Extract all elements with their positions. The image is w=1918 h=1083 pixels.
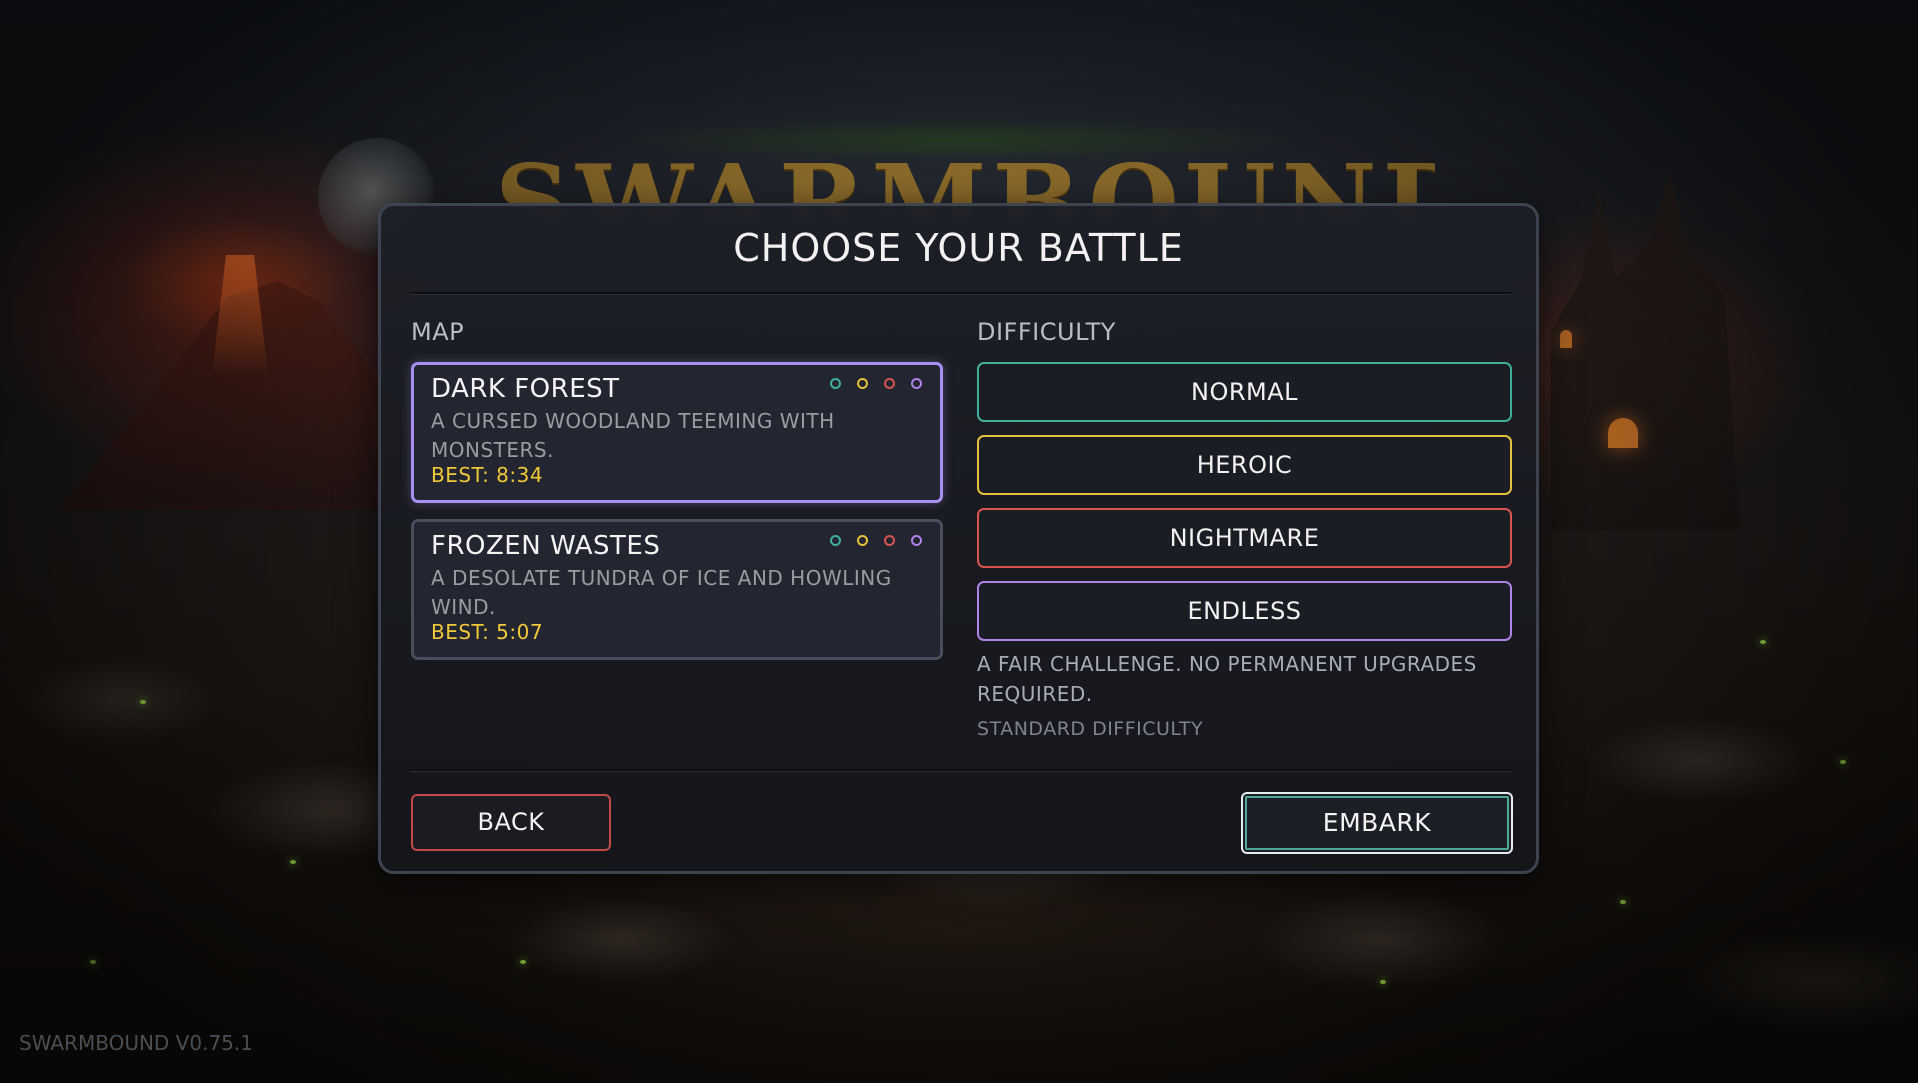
monster-eye-glow bbox=[520, 960, 526, 964]
nightmare-progress-icon bbox=[884, 378, 895, 389]
difficulty-description: A FAIR CHALLENGE. NO PERMANENT UPGRADES … bbox=[977, 652, 1477, 706]
map-description: A CURSED WOODLAND TEEMING WITH MONSTERS. bbox=[431, 409, 835, 462]
map-card-frozen-wastes[interactable]: FROZEN WASTES A DESOLATE TUNDRA OF ICE A… bbox=[411, 519, 943, 660]
endless-progress-icon bbox=[911, 378, 922, 389]
title-divider bbox=[410, 292, 1511, 295]
difficulty-progress-dots bbox=[830, 378, 922, 389]
monster-eye-glow bbox=[290, 860, 296, 864]
map-name: FROZEN WASTES bbox=[431, 531, 661, 561]
monster-eye-glow bbox=[1760, 640, 1766, 644]
difficulty-nightmare-button[interactable]: NIGHTMARE bbox=[977, 508, 1512, 568]
dialog-title: CHOOSE YOUR BATTLE bbox=[733, 226, 1184, 270]
difficulty-progress-dots bbox=[830, 535, 922, 546]
nightmare-progress-icon bbox=[884, 535, 895, 546]
map-best-time: BEST: 5:07 bbox=[431, 620, 544, 644]
battle-select-dialog: CHOOSE YOUR BATTLE MAP DIFFICULTY DARK F… bbox=[378, 203, 1539, 874]
normal-progress-icon bbox=[830, 535, 841, 546]
map-section-label: MAP bbox=[411, 318, 465, 346]
monster-eye-glow bbox=[1380, 980, 1386, 984]
castle-window-art bbox=[1560, 330, 1572, 348]
endless-progress-icon bbox=[911, 535, 922, 546]
heroic-progress-icon bbox=[857, 378, 868, 389]
back-button[interactable]: BACK bbox=[411, 794, 611, 851]
embark-button[interactable]: EMBARK bbox=[1241, 792, 1513, 854]
difficulty-subtext: STANDARD DIFFICULTY bbox=[977, 718, 1204, 740]
monster-eye-glow bbox=[90, 960, 96, 964]
monster-eye-glow bbox=[1840, 760, 1846, 764]
castle-art bbox=[1550, 170, 1740, 530]
map-card-dark-forest[interactable]: DARK FOREST A CURSED WOODLAND TEEMING WI… bbox=[411, 362, 943, 503]
map-description: A DESOLATE TUNDRA OF ICE AND HOWLING WIN… bbox=[431, 566, 892, 619]
monster-eye-glow bbox=[140, 700, 146, 704]
footer-divider bbox=[410, 769, 1511, 772]
heroic-progress-icon bbox=[857, 535, 868, 546]
difficulty-section-label: DIFFICULTY bbox=[977, 318, 1116, 346]
difficulty-normal-button[interactable]: NORMAL bbox=[977, 362, 1512, 422]
map-best-time: BEST: 8:34 bbox=[431, 463, 544, 487]
version-label: SWARMBOUND V0.75.1 bbox=[19, 1031, 253, 1055]
monster-eye-glow bbox=[1620, 900, 1626, 904]
map-name: DARK FOREST bbox=[431, 374, 620, 404]
normal-progress-icon bbox=[830, 378, 841, 389]
difficulty-endless-button[interactable]: ENDLESS bbox=[977, 581, 1512, 641]
castle-window-art bbox=[1608, 418, 1638, 448]
difficulty-heroic-button[interactable]: HEROIC bbox=[977, 435, 1512, 495]
